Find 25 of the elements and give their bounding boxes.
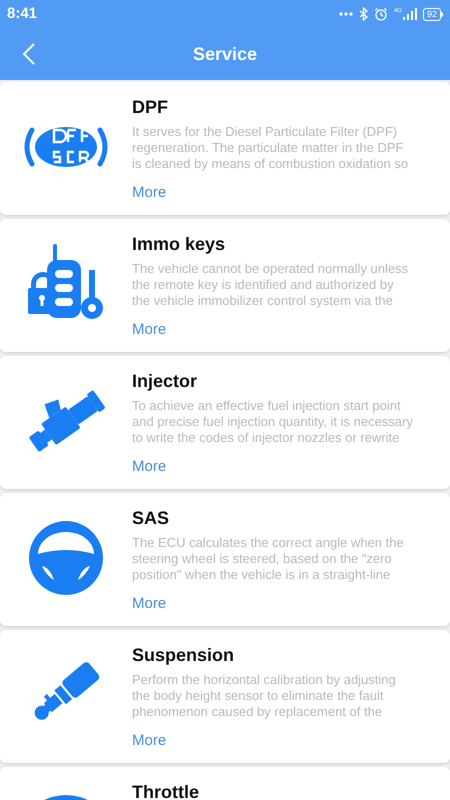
service-card[interactable]: Immo keys The vehicle cannot be operated normally unless the remote key is identified and authorized by the vehicle immobilizer control system via the More [0,219,450,352]
service-card[interactable]: DPF It serves for the Diesel Particulate Filter (DPF) regeneration. The particulate matter in the DPF is cleaned by means of combustion oxidation so More [0,82,450,215]
service-description: The ECU calculates the correct angle when the steering wheel is steered, based on the "zero position" when the vehicle is in a straight-line [132,535,404,583]
service-card[interactable]: Throttle [0,767,450,800]
service-title: Throttle [132,781,199,800]
service-description: Perform the horizontal calibration by adjusting the body height sensor to eliminate the fault phenomenon caused by replacement of the [132,672,396,720]
steering-wheel-icon [28,520,104,596]
service-description: It serves for the Diesel Particulate Filter (DPF) regeneration. The particulate matter in the DPF is cleaned by means of combustion oxidation so [132,124,408,172]
page-title: Service [192,42,258,66]
bluetooth-icon [358,7,368,21]
status-time: 8:41 [7,4,38,24]
service-title: Suspension [132,644,236,666]
service-card[interactable]: SAS The ECU calculates the correct angle when the steering wheel is steered, based on the "zero position" when the vehicle is in a straight-line More [0,493,450,626]
service-title: Injector [132,370,198,392]
service-title: SAS [132,507,170,529]
more-dots-icon [338,12,353,16]
service-title: DPF [132,96,169,118]
service-title: Immo keys [132,233,226,255]
alarm-icon [374,7,388,21]
service-card[interactable]: Suspension Perform the horizontal calibration by adjusting the body height sensor to eliminate the fault phenomenon caused by replacement of the More [0,630,450,763]
service-description: The vehicle cannot be operated normally unless the remote key is identified and authorized by the vehicle immobilizer control system via the [132,261,408,309]
service-card[interactable]: Injector To achieve an effective fuel injection start point and precise fuel injection quantity, it is necessary to write the codes of injector nozzles or rewrite More [0,356,450,489]
service-description: To achieve an effective fuel injection start point and precise fuel injection quantity, it is necessary to write the codes of injector nozzles or rewrite [132,398,413,446]
battery-level: 92 [426,10,437,18]
signal-icon [402,8,417,20]
